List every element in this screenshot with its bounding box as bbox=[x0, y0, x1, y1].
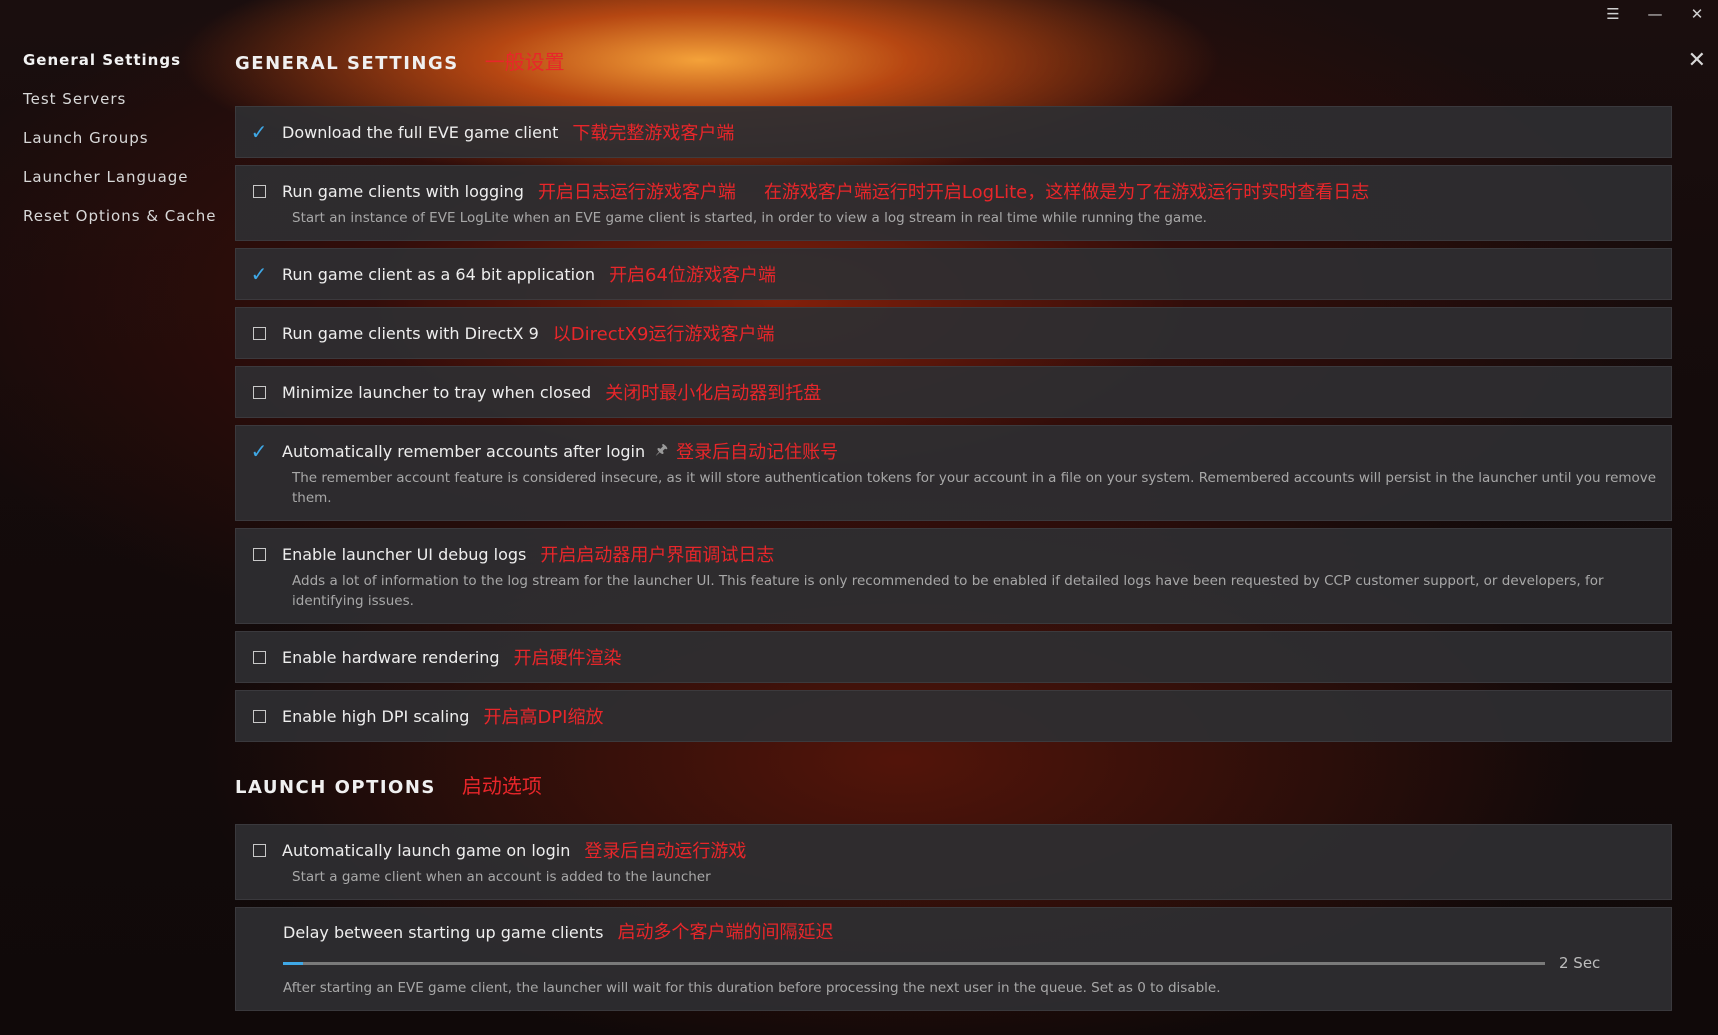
option-card: Enable launcher UI debug logs 开启启动器用户界面调… bbox=[235, 528, 1672, 624]
option-card: ✓ Download the full EVE game client 下载完整… bbox=[235, 106, 1672, 158]
option-description: Start an instance of EVE LogLite when an… bbox=[292, 210, 1207, 226]
option-card: Run game clients with logging 开启日志运行游戏客户… bbox=[235, 165, 1672, 241]
annotation: 开启高DPI缩放 bbox=[483, 707, 604, 728]
menu-icon[interactable]: ☰ bbox=[1602, 4, 1624, 24]
annotation: 在游戏客户端运行时开启LogLite，这样做是为了在游戏运行时实时查看日志 bbox=[763, 182, 1370, 203]
option-label: Run game client as a 64 bit application bbox=[282, 264, 596, 284]
option-label: Automatically remember accounts after lo… bbox=[282, 441, 646, 461]
checkbox-minimize-tray[interactable] bbox=[246, 382, 272, 402]
option-description: Start a game client when an account is a… bbox=[292, 869, 711, 885]
sidebar-item-test-servers[interactable]: Test Servers bbox=[23, 85, 216, 124]
sidebar-item-general-settings[interactable]: General Settings bbox=[23, 46, 216, 85]
slider-value: 2 Sec bbox=[1559, 954, 1601, 972]
checkbox-64bit[interactable]: ✓ bbox=[246, 264, 272, 284]
option-card: ✓ Automatically remember accounts after … bbox=[235, 425, 1672, 521]
annotation: 一般设置 bbox=[484, 50, 565, 74]
annotation: 开启日志运行游戏客户端 bbox=[537, 182, 736, 203]
checkmark-icon: ✓ bbox=[250, 262, 268, 286]
option-label: Enable hardware rendering bbox=[282, 647, 500, 667]
checkbox-icon bbox=[252, 547, 266, 561]
annotation: 登录后自动运行游戏 bbox=[584, 841, 747, 862]
option-label: Enable launcher UI debug logs bbox=[282, 544, 527, 564]
checkbox-directx9[interactable] bbox=[246, 323, 272, 343]
sidebar-item-launch-groups[interactable]: Launch Groups bbox=[23, 124, 216, 163]
option-card: Minimize launcher to tray when closed 关闭… bbox=[235, 366, 1672, 418]
pin-icon: 🖈 bbox=[655, 442, 669, 458]
annotation: 以DirectX9运行游戏客户端 bbox=[552, 324, 775, 345]
annotation: 关闭时最小化启动器到托盘 bbox=[605, 383, 822, 404]
checkbox-high-dpi[interactable] bbox=[246, 706, 272, 726]
checkbox-icon bbox=[252, 184, 266, 198]
checkbox-remember-accounts[interactable]: ✓ bbox=[246, 441, 272, 461]
option-label: Minimize launcher to tray when closed bbox=[282, 382, 592, 402]
annotation: 开启硬件渲染 bbox=[513, 648, 622, 669]
checkbox-download-full-client[interactable]: ✓ bbox=[246, 122, 272, 142]
option-card: ✓ Run game client as a 64 bit applicatio… bbox=[235, 248, 1672, 300]
option-description: The remember account feature is consider… bbox=[292, 470, 1657, 506]
launch-options-heading: LAUNCH OPTIONS 启动选项 bbox=[235, 770, 1672, 804]
annotation: 开启64位游戏客户端 bbox=[609, 265, 776, 286]
option-label: Run game clients with logging bbox=[282, 181, 524, 201]
section-title: LAUNCH OPTIONS bbox=[235, 777, 436, 798]
annotation: 启动多个客户端的间隔延迟 bbox=[617, 922, 834, 943]
checkbox-icon bbox=[252, 326, 266, 340]
window-controls: ☰ — ✕ bbox=[1602, 4, 1708, 24]
annotation: 下载完整游戏客户端 bbox=[572, 123, 735, 144]
annotation: 启动选项 bbox=[461, 774, 542, 798]
annotation: 开启启动器用户界面调试日志 bbox=[540, 545, 775, 566]
checkbox-icon bbox=[252, 385, 266, 399]
option-label: Automatically launch game on login bbox=[282, 840, 571, 860]
checkbox-icon bbox=[252, 709, 266, 723]
sidebar-item-launcher-language[interactable]: Launcher Language bbox=[23, 163, 216, 202]
general-settings-heading: GENERAL SETTINGS 一般设置 bbox=[235, 46, 1672, 80]
annotation: 登录后自动记住账号 bbox=[676, 442, 839, 463]
close-icon[interactable]: ✕ bbox=[1686, 4, 1708, 24]
settings-content: GENERAL SETTINGS 一般设置 ✓ Download the ful… bbox=[235, 46, 1672, 1018]
sidebar-item-reset-options[interactable]: Reset Options & Cache bbox=[23, 202, 216, 241]
option-card: Automatically launch game on login 登录后自动… bbox=[235, 824, 1672, 900]
checkbox-icon bbox=[252, 650, 266, 664]
checkbox-logging[interactable] bbox=[246, 181, 272, 201]
checkmark-icon: ✓ bbox=[250, 439, 268, 463]
close-settings-icon[interactable]: ✕ bbox=[1688, 48, 1706, 73]
option-description: After starting an EVE game client, the l… bbox=[283, 980, 1221, 996]
option-label: Run game clients with DirectX 9 bbox=[282, 323, 539, 343]
delay-card: Delay between starting up game clients 启… bbox=[235, 907, 1672, 1011]
delay-slider[interactable] bbox=[283, 961, 1545, 965]
option-label: Enable high DPI scaling bbox=[282, 706, 470, 726]
checkbox-auto-launch[interactable] bbox=[246, 840, 272, 860]
settings-sidebar: General Settings Test Servers Launch Gro… bbox=[23, 46, 216, 241]
checkmark-icon: ✓ bbox=[250, 120, 268, 144]
option-label: Download the full EVE game client bbox=[282, 122, 559, 142]
slider-fill bbox=[283, 961, 304, 965]
minimize-icon[interactable]: — bbox=[1644, 4, 1666, 24]
option-card: Run game clients with DirectX 9 以DirectX… bbox=[235, 307, 1672, 359]
option-card: Enable hardware rendering 开启硬件渲染 bbox=[235, 631, 1672, 683]
checkbox-hardware-rendering[interactable] bbox=[246, 647, 272, 667]
checkbox-icon bbox=[252, 843, 266, 857]
option-card: Enable high DPI scaling 开启高DPI缩放 bbox=[235, 690, 1672, 742]
section-title: GENERAL SETTINGS bbox=[235, 53, 459, 74]
option-description: Adds a lot of information to the log str… bbox=[292, 573, 1604, 609]
option-label: Delay between starting up game clients bbox=[283, 923, 604, 942]
checkbox-ui-debug-logs[interactable] bbox=[246, 544, 272, 564]
